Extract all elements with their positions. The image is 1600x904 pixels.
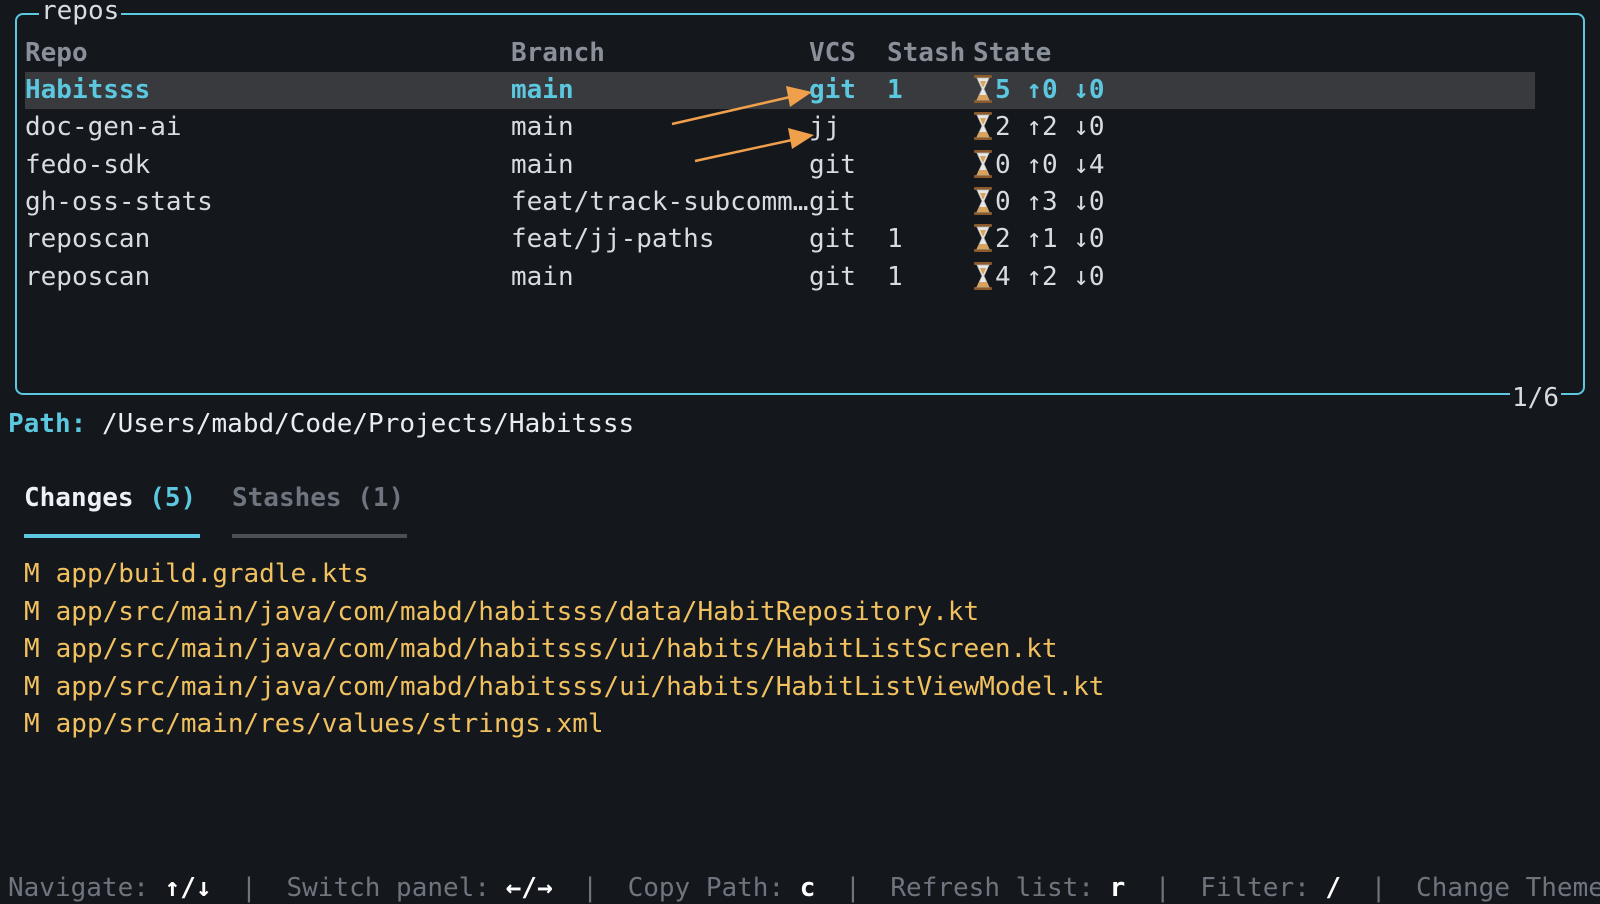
- navigate-key: ↑/↓: [164, 873, 212, 903]
- list-item[interactable]: Mapp/build.gradle.kts: [24, 556, 1104, 594]
- repo-state: 0 ↑3 ↓0: [973, 184, 1273, 221]
- table-row[interactable]: reposcan main git 1 4 ↑2 ↓0: [25, 259, 1535, 296]
- separator: |: [582, 873, 598, 903]
- state-value: 2 ↑2 ↓0: [995, 112, 1105, 143]
- vcs-type: git: [809, 149, 856, 180]
- repo-state: 2 ↑2 ↓0: [973, 109, 1273, 146]
- branch-name: main: [511, 149, 574, 180]
- table-row[interactable]: Habitsss main git 1 5 ↑0 ↓0: [25, 72, 1535, 109]
- refresh-list-key: r: [1109, 873, 1126, 903]
- switch-panel-label: Switch panel:: [286, 873, 490, 903]
- repo-state: 2 ↑1 ↓0: [973, 221, 1273, 258]
- panel-title: repos: [39, 0, 122, 25]
- hourglass-icon: [973, 75, 995, 105]
- repo-name: reposcan: [25, 261, 151, 292]
- hourglass-icon: [973, 224, 995, 254]
- repos-panel: repos Repo Branch VCS Stash State Habits…: [15, 0, 1585, 412]
- file-status: M: [24, 559, 40, 589]
- refresh-list-label: Refresh list:: [890, 873, 1094, 903]
- state-value: 2 ↑1 ↓0: [995, 224, 1105, 255]
- stash-count: 1: [887, 261, 903, 292]
- stash-count: 1: [887, 224, 903, 255]
- file-status: M: [24, 634, 40, 664]
- repo-name: fedo-sdk: [25, 149, 151, 180]
- file-status: M: [24, 671, 40, 702]
- separator: |: [1370, 873, 1387, 903]
- file-path: app/src/main/res/values/strings.xml: [55, 709, 604, 739]
- list-item[interactable]: Mapp/src/main/java/com/mabd/habitsss/ui/…: [24, 669, 1104, 707]
- hourglass-icon: [973, 186, 995, 217]
- changes-list: Mapp/build.gradle.kts Mapp/src/main/java/…: [24, 556, 1104, 744]
- copy-path-label: Copy Path:: [627, 873, 785, 903]
- tab-stashes-label: Stashes: [232, 483, 342, 513]
- table-row[interactable]: gh-oss-stats feat/track-subcomm… git 0 ↑3 ↓…: [25, 184, 1535, 221]
- repo-state: 0 ↑0 ↓4: [973, 147, 1273, 184]
- hourglass-icon: [973, 112, 995, 142]
- file-path: app/src/main/java/com/mabd/habitsss/ui/h…: [55, 634, 1058, 664]
- separator: |: [241, 873, 257, 903]
- list-item[interactable]: Mapp/src/main/java/com/mabd/habitsss/ui/…: [24, 631, 1104, 669]
- repo-name: reposcan: [25, 224, 151, 255]
- path-line: Path: /Users/mabd/Code/Projects/Habitsss: [8, 408, 634, 440]
- branch-name: feat/track-subcomm…: [511, 186, 809, 217]
- header-state: State: [973, 38, 1052, 68]
- file-status: M: [24, 596, 40, 627]
- switch-panel-key: ←/→: [505, 873, 553, 903]
- navigate-label: Navigate:: [8, 873, 149, 903]
- repo-name: Habitsss: [25, 75, 151, 105]
- repo-state: 5 ↑0 ↓0: [973, 72, 1273, 109]
- tab-changes-count: (5): [149, 483, 197, 513]
- separator: |: [845, 873, 861, 903]
- filter-key: /: [1325, 873, 1342, 903]
- tab-stashes[interactable]: Stashes (1): [232, 478, 407, 538]
- file-path: app/build.gradle.kts: [55, 559, 369, 589]
- vcs-type: git: [809, 224, 856, 255]
- hourglass-icon: [973, 149, 995, 180]
- hourglass-icon: [973, 261, 995, 292]
- tab-stashes-count: (1): [357, 483, 405, 513]
- table-header: Repo Branch VCS Stash State: [25, 35, 1535, 72]
- file-status: M: [24, 709, 40, 739]
- branch-name: main: [511, 75, 574, 105]
- selection-counter: 1/6: [1510, 383, 1561, 413]
- file-path: app/src/main/java/com/mabd/habitsss/data…: [55, 596, 980, 627]
- vcs-type: git: [809, 186, 856, 217]
- list-item[interactable]: Mapp/src/main/res/values/strings.xml: [24, 706, 1104, 744]
- table-row[interactable]: fedo-sdk main git 0 ↑0 ↓4: [25, 147, 1535, 184]
- state-value: 4 ↑2 ↓0: [995, 261, 1105, 292]
- file-path: app/src/main/java/com/mabd/habitsss/ui/h…: [55, 671, 1105, 702]
- state-value: 0 ↑3 ↓0: [995, 186, 1105, 217]
- header-repo: Repo: [25, 38, 88, 68]
- branch-name: feat/jj-paths: [511, 224, 715, 255]
- filter-label: Filter:: [1200, 873, 1310, 903]
- repo-name: gh-oss-stats: [25, 186, 213, 217]
- path-value: /Users/mabd/Code/Projects/Habitsss: [101, 409, 635, 439]
- stash-count: 1: [887, 75, 903, 105]
- path-label: Path:: [8, 409, 87, 439]
- tab-changes[interactable]: Changes (5): [24, 478, 200, 538]
- branch-name: main: [511, 112, 574, 143]
- change-theme-label: Change Theme:: [1416, 873, 1600, 903]
- separator: |: [1154, 873, 1171, 903]
- repo-name: doc-gen-ai: [25, 112, 182, 143]
- vcs-type: git: [809, 261, 856, 292]
- repo-state: 4 ↑2 ↓0: [973, 259, 1273, 296]
- table-row[interactable]: doc-gen-ai main jj 2 ↑2 ↓0: [25, 109, 1535, 146]
- state-value: 5 ↑0 ↓0: [995, 75, 1105, 105]
- branch-name: main: [511, 261, 574, 292]
- copy-path-key: c: [799, 873, 816, 903]
- header-stash: Stash: [887, 38, 966, 68]
- table-row[interactable]: reposcan feat/jj-paths git 1 2 ↑1 ↓0: [25, 221, 1535, 258]
- tab-changes-label: Changes: [24, 483, 134, 513]
- state-value: 0 ↑0 ↓4: [995, 149, 1105, 180]
- header-branch: Branch: [511, 38, 605, 68]
- header-vcs: VCS: [809, 38, 856, 68]
- vcs-type: jj: [809, 112, 841, 143]
- vcs-type: git: [809, 75, 856, 105]
- keybinding-footer: Navigate: ↑/↓ | Switch panel: ←/→ | Copy…: [8, 872, 1600, 904]
- list-item[interactable]: Mapp/src/main/java/com/mabd/habitsss/dat…: [24, 594, 1104, 632]
